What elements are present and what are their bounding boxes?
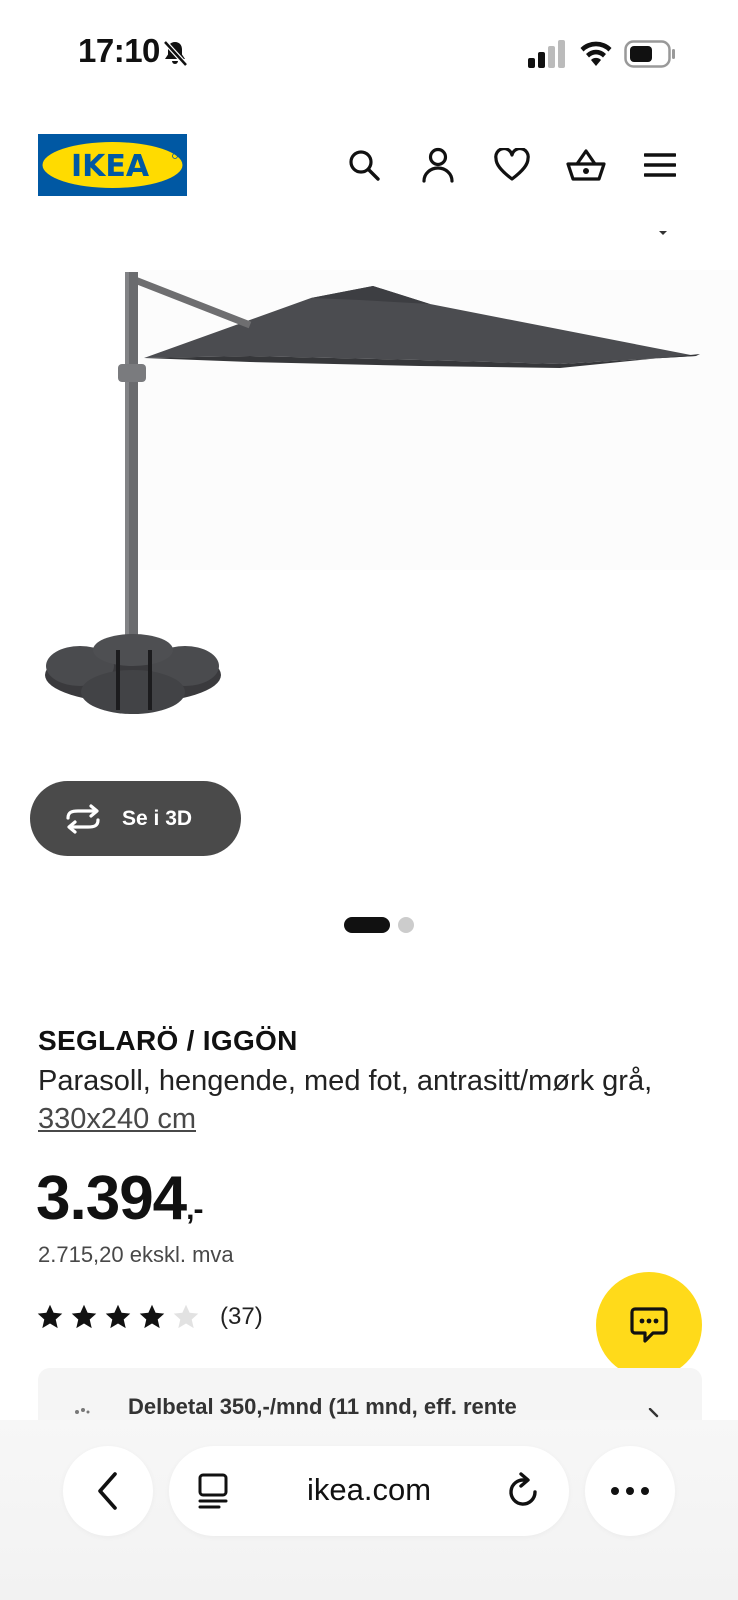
- chat-button[interactable]: [596, 1272, 702, 1378]
- more-icon: [611, 1487, 649, 1495]
- hamburger-menu-icon: [644, 153, 676, 177]
- product-description-text: Parasoll, hengende, med fot, antrasitt/m…: [38, 1065, 653, 1097]
- wifi-icon: [580, 41, 612, 66]
- gallery-pagination: [0, 915, 738, 935]
- star-filled-icon: [71, 1304, 97, 1329]
- pagination-dot-active[interactable]: [344, 917, 390, 933]
- sparkle-icon: [75, 1408, 90, 1414]
- pagination-dot[interactable]: [398, 917, 414, 933]
- view-in-3d-label: Se i 3D: [122, 806, 193, 830]
- back-button[interactable]: [63, 1446, 153, 1536]
- star-empty-icon: [173, 1304, 199, 1329]
- bell-slash-icon: [163, 40, 188, 67]
- logo-text: IKEA: [71, 149, 150, 184]
- site-header: IKEA: [0, 120, 738, 210]
- address-bar[interactable]: ikea.com: [169, 1446, 569, 1536]
- ikea-logo[interactable]: IKEA: [38, 134, 187, 196]
- star-filled-icon: [37, 1304, 63, 1329]
- product-description: Parasoll, hengende, med fot, antrasitt/m…: [38, 1062, 678, 1138]
- account-button[interactable]: [417, 144, 459, 186]
- status-bar: 17:10: [0, 0, 738, 100]
- favorites-button[interactable]: [491, 144, 533, 186]
- back-icon: [98, 1472, 117, 1510]
- basket-icon: [566, 149, 606, 181]
- heart-icon: [494, 148, 530, 181]
- cellular-signal-icon: [528, 40, 565, 68]
- financing-text: Delbetal 350,-/mnd (11 mnd, eff. rente: [128, 1394, 517, 1419]
- product-image[interactable]: [0, 230, 738, 760]
- financing-banner[interactable]: Delbetal 350,-/mnd (11 mnd, eff. rente: [38, 1368, 702, 1420]
- chat-icon: [630, 1307, 668, 1343]
- search-icon: [349, 150, 380, 181]
- product-rating[interactable]: (37): [36, 1301, 263, 1333]
- status-time: 17:10: [78, 32, 160, 69]
- chevron-right-icon: [648, 1408, 659, 1418]
- rotate-3d-icon: [66, 803, 100, 834]
- price-suffix: ,-: [186, 1193, 203, 1226]
- star-filled-icon: [139, 1304, 165, 1329]
- price-value: 3.394: [36, 1164, 187, 1233]
- size-link[interactable]: 330x240 cm: [38, 1103, 196, 1135]
- battery-icon: [624, 40, 675, 68]
- review-count: (37): [220, 1303, 263, 1330]
- reload-icon[interactable]: [505, 1472, 541, 1510]
- account-icon: [422, 147, 454, 183]
- browser-toolbar: ikea.com: [0, 1420, 738, 1600]
- basket-button[interactable]: [565, 144, 607, 186]
- product-price: 3.394,-: [36, 1163, 204, 1234]
- star-filled-icon: [105, 1304, 131, 1329]
- search-button[interactable]: [343, 144, 385, 186]
- price-excl-vat: 2.715,20 ekskl. mva: [38, 1242, 234, 1267]
- product-name: SEGLARÖ / IGGÖN: [38, 1025, 298, 1056]
- view-in-3d-button[interactable]: Se i 3D: [30, 781, 241, 856]
- more-button[interactable]: [585, 1446, 675, 1536]
- menu-button[interactable]: [639, 144, 681, 186]
